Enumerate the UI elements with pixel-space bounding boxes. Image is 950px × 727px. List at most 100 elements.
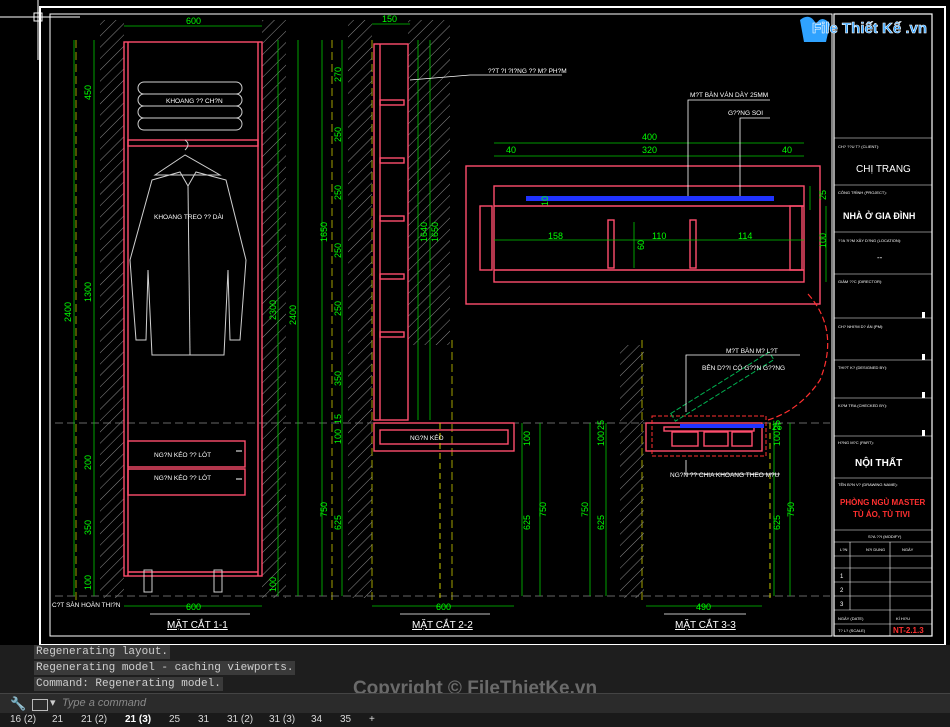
lift-top-note: M?T BÀN M? L?T <box>726 346 778 355</box>
tb-sheet: NT-2.1.3 <box>893 626 924 635</box>
tb-sheet-label: KÍ HI?U <box>896 616 910 621</box>
dropdown-caret-icon[interactable]: ▾ <box>50 696 56 709</box>
dim-text: 60 <box>636 240 646 250</box>
dim-text: 100 <box>522 431 532 446</box>
dim-text: 1300 <box>83 282 93 302</box>
wood-top-note: M?T BÀN VÁN DÀY 25MM <box>690 90 768 99</box>
layout-tab[interactable]: 34 <box>311 713 322 727</box>
tb-row: CH? NHI?M D? ÁN (PM): <box>838 324 883 329</box>
layout-tab[interactable]: 16 (2) <box>10 713 36 727</box>
history-line: Regenerating layout. <box>34 645 171 659</box>
drawer-label: NG?N KÉO <box>410 433 444 442</box>
command-line[interactable]: 🔧 ▾ Type a command <box>0 693 950 714</box>
section-label: MẶT CẮT 2-2 <box>412 618 473 631</box>
dim-text: 350 <box>333 371 343 386</box>
dim-text: 25 <box>772 422 782 432</box>
section-label: MẶT CẮT 3-3 <box>675 618 736 631</box>
mirror-note: G??NG SOI <box>728 110 763 117</box>
dim-text: 625 <box>596 515 606 530</box>
dim-text: 150 <box>382 14 397 24</box>
tb-address: -- <box>877 253 883 262</box>
layout-tab-active[interactable]: 21 (3) <box>125 713 151 727</box>
dim-text: 250 <box>333 185 343 200</box>
tb-scale-label: T? L? (SCALE) <box>838 628 866 633</box>
dim-text: 490 <box>696 602 711 612</box>
customize-wrench-icon[interactable]: 🔧 <box>10 696 26 712</box>
dim-text: 250 <box>333 127 343 142</box>
tb-address-label: ??A ?I?M XÂY D?NG (LOCATION): <box>838 238 901 243</box>
layout-tab[interactable]: 31 (3) <box>269 713 295 727</box>
tb-category-label: H?NG M?C (PART): <box>838 440 874 445</box>
tb-date-label: NGÀY (DATE) <box>838 616 864 621</box>
dim-text: 600 <box>186 16 201 26</box>
dim-text: 250 <box>333 301 343 316</box>
dim-text: 100 <box>268 577 278 592</box>
drawer-note: NG?N ?? CHIA KHOANG THEO M?U <box>670 472 780 479</box>
dim-text: 2300 <box>268 300 278 320</box>
tb-category: NỘI THẤT <box>855 456 902 469</box>
layout-tab[interactable]: 31 (2) <box>227 713 253 727</box>
layout-tab[interactable]: 35 <box>340 713 351 727</box>
tb-rev-row: 1 <box>840 574 844 580</box>
drawer-label: NG?N KÉO ?? LÓT <box>154 450 211 459</box>
dim-text: 1640 <box>419 222 429 242</box>
tb-drawing: TỦ ÁO, TỦ TIVI <box>853 510 910 519</box>
dim-text: 100 <box>818 233 828 248</box>
dim-text: 750 <box>580 502 590 517</box>
dim-text: 320 <box>642 145 657 155</box>
dim-text: 600 <box>436 602 451 612</box>
dim-text: 750 <box>319 502 329 517</box>
dim-text: 25 <box>596 420 606 430</box>
dim-text: 40 <box>506 145 516 155</box>
logo-text: File Thiết Kế .vn <box>812 20 927 37</box>
dim-text: 625 <box>333 515 343 530</box>
add-layout-button[interactable]: + <box>369 713 375 727</box>
layout-tab[interactable]: 31 <box>198 713 209 727</box>
dim-text: 400 <box>642 132 657 142</box>
layout-tab[interactable]: 21 (2) <box>81 713 107 727</box>
dim-text: 25 <box>818 190 828 200</box>
command-window-icon[interactable] <box>32 699 48 711</box>
dim-text: 250 <box>333 243 343 258</box>
hanging-label: KHOANG TREO ?? DÀI <box>154 212 224 221</box>
command-input[interactable]: Type a command <box>62 697 146 709</box>
dim-text: 100 <box>333 429 343 444</box>
layout-tabs: 16 (2) 21 21 (2) 21 (3) 25 31 31 (2) 31 … <box>0 713 950 727</box>
dim-text: 200 <box>83 455 93 470</box>
dim-text: 100 <box>83 575 93 590</box>
command-history: Regenerating layout. Regenerating model … <box>0 645 950 693</box>
dim-text: 10 <box>540 196 550 206</box>
tb-rev-label: S?A ??I (MODIFY) <box>868 534 902 539</box>
dim-text: 450 <box>83 85 93 100</box>
layout-tab[interactable]: 21 <box>52 713 63 727</box>
dim-text: 110 <box>652 231 666 241</box>
dim-text: 158 <box>548 231 563 241</box>
floor-note: C?T SÀN HOÀN THI?N <box>52 600 121 609</box>
dim-text: 15 <box>333 414 343 424</box>
tb-project: NHÀ Ở GIA ĐÌNH <box>843 210 915 221</box>
tb-rev-row: 3 <box>840 602 844 608</box>
tb-drawing-label: TÊN B?N V? (DRAWING NAME): <box>838 482 898 487</box>
dim-text: 600 <box>186 602 201 612</box>
drawing-canvas[interactable]: 600 600 2400 450 1300 200 350 100 2300 2… <box>0 0 950 645</box>
cad-drawing: 600 600 2400 450 1300 200 350 100 2300 2… <box>0 0 946 645</box>
dim-text: 625 <box>522 515 532 530</box>
section-3-3: 490 100 25 750 625 100 25 750 625 25 M?T… <box>580 345 800 631</box>
dim-text: 270 <box>333 67 343 82</box>
layout-tab[interactable]: 25 <box>169 713 180 727</box>
dim-text: 40 <box>782 145 792 155</box>
dim-text: 1650 <box>430 222 440 242</box>
dim-text: 2400 <box>288 305 298 325</box>
section-2-2: 150 600 270 250 250 250 250 350 15 100 7… <box>319 14 567 631</box>
tb-drawing: PHÒNG NGỦ MASTER <box>840 498 926 507</box>
tb-owner: CHỊ TRANG <box>856 164 911 175</box>
tb-row: KI?M TRA (CHECKED BY): <box>838 403 887 408</box>
dim-text: 2400 <box>63 302 73 322</box>
dim-text: 750 <box>786 502 796 517</box>
tb-owner-label: CH? ??U T? (CLIENT): <box>838 144 879 149</box>
tb-rev-col: NGÀY <box>902 547 914 552</box>
section-label: MẶT CẮT 1-1 <box>167 618 228 631</box>
dim-text: 625 <box>772 515 782 530</box>
mirror-shelf-note: ??T ?I ?I?NG ?? M? PH?M <box>488 68 567 75</box>
dim-text: 114 <box>738 231 752 241</box>
